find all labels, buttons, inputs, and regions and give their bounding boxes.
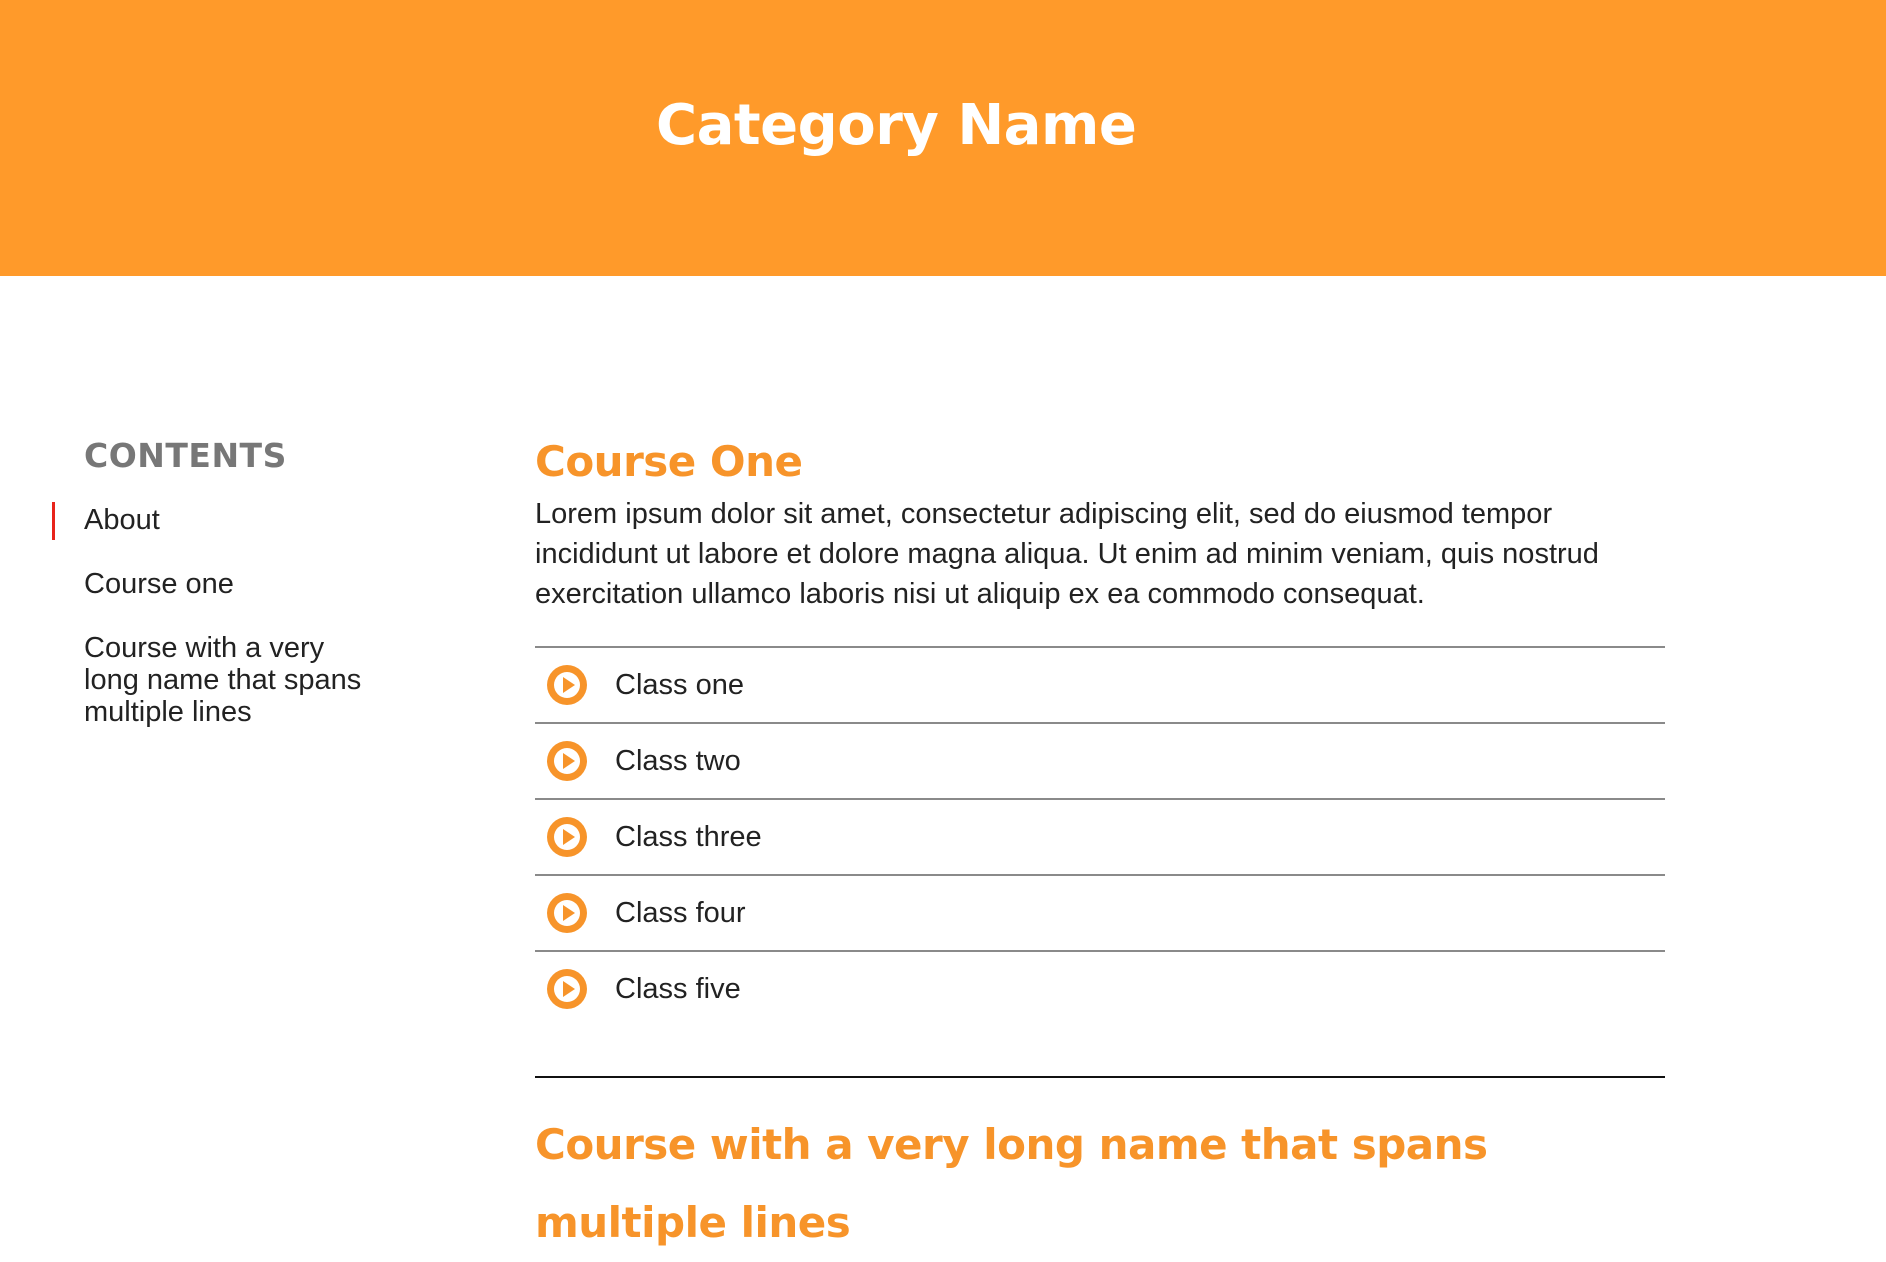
class-row[interactable]: Class one — [535, 648, 1665, 724]
play-circle-icon — [547, 665, 587, 705]
class-label: Class five — [615, 973, 741, 1005]
class-list: Class one Class two Class three Class fo… — [535, 646, 1665, 1026]
class-row[interactable]: Class four — [535, 876, 1665, 952]
play-circle-icon — [547, 893, 587, 933]
category-banner: Category Name — [0, 0, 1886, 276]
course-description: Lorem ipsum dolor sit amet, consectetur … — [535, 498, 1599, 610]
toc-item-about[interactable]: About — [52, 502, 384, 540]
main-content: Course One Lorem ipsum dolor sit amet, c… — [535, 430, 1665, 1262]
class-row[interactable]: Class two — [535, 724, 1665, 800]
course-section-long: Course with a very long name that spans … — [535, 1106, 1665, 1262]
contents-list: About Course one Course with a very long… — [52, 502, 414, 728]
play-circle-icon — [547, 969, 587, 1009]
course-section: Course One Lorem ipsum dolor sit amet, c… — [535, 430, 1665, 1026]
play-circle-icon — [547, 817, 587, 857]
contents-sidebar: CONTENTS About Course one Course with a … — [52, 432, 414, 760]
course-title: Course One — [535, 437, 803, 486]
section-divider — [535, 1076, 1665, 1078]
toc-item-long-course[interactable]: Course with a very long name that spans … — [84, 632, 384, 728]
contents-heading: CONTENTS — [84, 436, 287, 475]
class-label: Class two — [615, 745, 741, 777]
class-row[interactable]: Class five — [535, 952, 1665, 1026]
class-label: Class three — [615, 821, 762, 853]
class-label: Class one — [615, 669, 744, 701]
category-title: Category Name — [656, 93, 1137, 158]
play-circle-icon — [547, 741, 587, 781]
class-label: Class four — [615, 897, 746, 929]
course-title: Course with a very long name that spans … — [535, 1120, 1488, 1247]
class-row[interactable]: Class three — [535, 800, 1665, 876]
toc-item-course-one[interactable]: Course one — [84, 568, 384, 600]
